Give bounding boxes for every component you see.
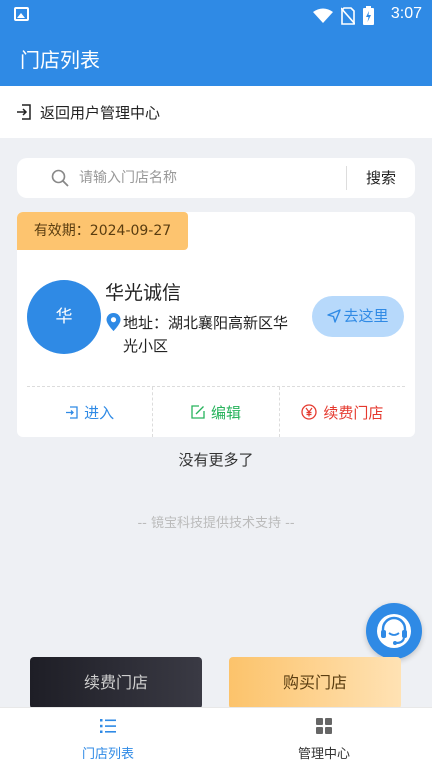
tab-store-list-label: 门店列表 — [81, 747, 134, 762]
wifi-icon — [313, 8, 333, 23]
back-to-user-center[interactable]: 返回用户管理中心 — [0, 86, 432, 138]
list-icon — [100, 719, 116, 733]
navigation-arrow-icon — [327, 309, 342, 323]
card-actions: 进入 编辑 续费门店 — [27, 387, 405, 437]
app-bar: 门店列表 — [0, 30, 432, 86]
search-bar: 搜索 — [17, 158, 415, 198]
list-end-text: 没有更多了 — [178, 451, 254, 469]
yen-icon — [301, 404, 317, 420]
page-title: 门店列表 — [20, 48, 100, 72]
status-time: 3:07 — [390, 5, 422, 22]
store-avatar: 华 — [27, 280, 101, 354]
back-link-label: 返回用户管理中心 — [40, 104, 161, 122]
support-text: -- 镜宝科技提供技术支持 -- — [137, 516, 295, 531]
status-bar: 3:07 — [0, 0, 432, 30]
image-icon — [14, 7, 29, 21]
enter-store-button[interactable]: 进入 — [27, 387, 152, 437]
store-card: 有效期：2024-09-27 华 华光诚信 地址：湖北襄阳高新区华光小区 去这里… — [17, 212, 415, 437]
customer-service-icon — [377, 614, 411, 648]
search-icon — [51, 169, 69, 187]
search-button[interactable]: 搜索 — [347, 158, 415, 198]
tab-management-center-label: 管理中心 — [297, 747, 350, 762]
renew-store-footer-button[interactable]: 续费门店 — [30, 657, 202, 709]
no-sim-icon — [341, 6, 355, 25]
edit-store-button[interactable]: 编辑 — [152, 387, 278, 437]
search-input[interactable] — [79, 158, 339, 198]
customer-service-button[interactable] — [366, 603, 422, 659]
navigate-button[interactable]: 去这里 — [312, 296, 404, 337]
buy-store-button[interactable]: 购买门店 — [229, 657, 401, 709]
battery-charging-icon — [363, 6, 374, 25]
system-icons — [313, 6, 374, 25]
store-name: 华光诚信 — [105, 282, 182, 304]
store-address: 地址：湖北襄阳高新区华光小区 — [123, 312, 303, 358]
enter-label: 进入 — [84, 403, 115, 422]
edit-icon — [191, 405, 205, 419]
tab-management-center[interactable]: 管理中心 — [216, 708, 432, 768]
tab-store-list[interactable]: 门店列表 — [0, 708, 216, 768]
address-label: 地址： — [123, 314, 169, 332]
validity-badge: 有效期：2024-09-27 — [17, 212, 188, 250]
exit-icon — [17, 104, 31, 120]
enter-icon — [66, 405, 78, 419]
grid-icon — [316, 718, 332, 734]
tab-bar: 门店列表 管理中心 — [0, 707, 432, 768]
location-pin-icon — [106, 313, 121, 331]
edit-label: 编辑 — [210, 403, 241, 422]
renew-label: 续费门店 — [323, 403, 384, 422]
navigate-label: 去这里 — [343, 307, 389, 325]
renew-store-button[interactable]: 续费门店 — [278, 387, 405, 437]
